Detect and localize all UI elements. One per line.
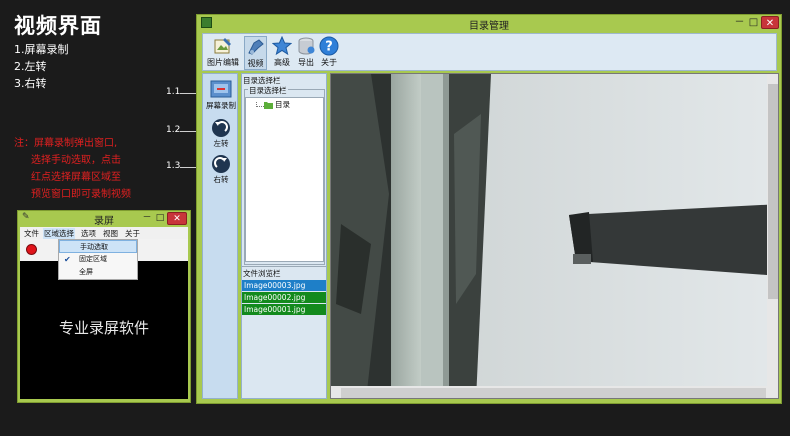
dropdown-item-label: 固定区域 bbox=[79, 255, 107, 263]
screen-record-icon bbox=[210, 80, 232, 98]
toolbar-label: 关于 bbox=[321, 58, 337, 67]
rotate-left-icon bbox=[212, 119, 230, 137]
file-item[interactable]: Image00002.jpg bbox=[242, 292, 326, 303]
callout-label: 1.1 bbox=[166, 87, 181, 97]
note-line: 预览窗口即可录制视频 bbox=[31, 189, 131, 200]
dropdown-item-fixed[interactable]: ✔ 固定区域 bbox=[59, 253, 137, 266]
left-tool-label: 右转 bbox=[213, 175, 229, 184]
callout-label: 1.3 bbox=[166, 161, 181, 171]
dropdown-item-manual[interactable]: 手动选取 bbox=[59, 240, 137, 253]
video-preview bbox=[330, 73, 779, 399]
panel-divider bbox=[242, 266, 326, 267]
dropdown-item-fullscreen[interactable]: 全屏 bbox=[59, 266, 137, 279]
toolbar-video[interactable]: 视频 bbox=[244, 36, 267, 70]
image-edit-icon bbox=[214, 38, 231, 54]
left-tool-bar: 屏幕录制 左转 右转 bbox=[202, 73, 238, 399]
svg-text:?: ? bbox=[325, 40, 333, 55]
feature-rotate-right: 3.右转 bbox=[14, 77, 47, 90]
menu-about[interactable]: 关于 bbox=[125, 228, 140, 239]
recorder-preview: 专业录屏软件 bbox=[20, 261, 188, 399]
toolbar-advanced[interactable]: 高级 bbox=[271, 36, 293, 70]
video-icon bbox=[247, 39, 264, 55]
rotate-right-icon bbox=[212, 155, 230, 173]
recorder-window: ✎ 录屏 － □ ✕ 文件 区域选择 选项 视图 关于 专业录屏软件 手动选取 … bbox=[17, 210, 191, 403]
note-line: 红点选择屏幕区域至 bbox=[31, 172, 121, 183]
file-item[interactable]: Image00001.jpg bbox=[242, 304, 326, 315]
main-toolbar: 图片编辑 视频 高级 导出 ? 关于 bbox=[202, 33, 777, 71]
left-tool-label: 左转 bbox=[213, 139, 229, 148]
file-panel-title: 文件浏览栏 bbox=[243, 269, 281, 278]
close-button[interactable]: ✕ bbox=[167, 212, 187, 225]
rotate-right-button[interactable]: 右转 bbox=[203, 154, 239, 185]
help-icon: ? bbox=[319, 36, 339, 56]
check-icon: ✔ bbox=[64, 255, 71, 264]
left-tool-label: 屏幕录制 bbox=[206, 101, 236, 110]
rotate-left-button[interactable]: 左转 bbox=[203, 118, 239, 149]
toolbar-label: 高级 bbox=[274, 58, 290, 67]
note-line: 注：屏幕录制弹出窗口, bbox=[14, 138, 118, 149]
toolbar-image-edit[interactable]: 图片编辑 bbox=[206, 36, 240, 70]
tree-item-root[interactable]: 目录 bbox=[275, 99, 290, 110]
recorder-menubar: 文件 区域选择 选项 视图 关于 bbox=[20, 227, 188, 239]
main-titlebar[interactable]: 目录管理 － □ ✕ bbox=[197, 15, 781, 32]
dropdown-item-label: 全屏 bbox=[79, 268, 93, 276]
maximize-button[interactable]: □ bbox=[747, 16, 760, 29]
menu-options[interactable]: 选项 bbox=[81, 228, 96, 239]
minimize-button[interactable]: － bbox=[733, 16, 746, 29]
directory-tree[interactable]: 目录 bbox=[245, 97, 324, 262]
toolbar-label: 导出 bbox=[298, 58, 314, 67]
menu-region-select[interactable]: 区域选择 bbox=[43, 228, 75, 239]
file-item[interactable]: Image00003.jpg bbox=[242, 280, 326, 291]
star-icon bbox=[272, 36, 292, 56]
toolbar-label: 图片编辑 bbox=[207, 58, 239, 67]
feature-screen-record: 1.屏幕录制 bbox=[14, 43, 69, 56]
main-window-title: 目录管理 bbox=[469, 21, 509, 32]
menu-file[interactable]: 文件 bbox=[24, 228, 39, 239]
record-dot-button[interactable] bbox=[26, 244, 37, 255]
directory-panel: 目录选择栏 目录选择栏 目录 文件浏览栏 Image00003.jpg Imag… bbox=[241, 73, 327, 399]
toolbar-export[interactable]: 导出 bbox=[295, 36, 317, 70]
toolbar-label: 视频 bbox=[247, 59, 264, 68]
feature-rotate-left: 2.左转 bbox=[14, 60, 47, 73]
maximize-button[interactable]: □ bbox=[154, 212, 166, 225]
menu-view[interactable]: 视图 bbox=[103, 228, 118, 239]
screen-record-button[interactable]: 屏幕录制 bbox=[203, 80, 239, 111]
database-export-icon bbox=[298, 37, 315, 55]
camera-frame-image bbox=[331, 74, 778, 398]
file-list: Image00003.jpg Image00002.jpg Image00001… bbox=[242, 280, 326, 316]
recorder-canvas-text: 专业录屏软件 bbox=[58, 319, 149, 337]
recorder-titlebar[interactable]: ✎ 录屏 － □ ✕ bbox=[18, 211, 190, 227]
region-select-dropdown: 手动选取 ✔ 固定区域 全屏 bbox=[58, 239, 138, 280]
callout-label: 1.2 bbox=[166, 125, 181, 135]
toolbar-about[interactable]: ? 关于 bbox=[318, 36, 340, 70]
main-window: 目录管理 － □ ✕ 图片编辑 视频 高级 导出 ? 关于 屏幕录制 左转 右转… bbox=[196, 14, 782, 404]
close-button[interactable]: ✕ bbox=[761, 16, 779, 29]
minimize-button[interactable]: － bbox=[141, 212, 153, 225]
tree-connector bbox=[256, 102, 264, 107]
folder-icon bbox=[264, 102, 273, 109]
page-heading: 视频界面 bbox=[14, 14, 102, 38]
dropdown-item-label: 手动选取 bbox=[80, 243, 108, 251]
dir-group-title: 目录选择栏 bbox=[248, 85, 288, 96]
